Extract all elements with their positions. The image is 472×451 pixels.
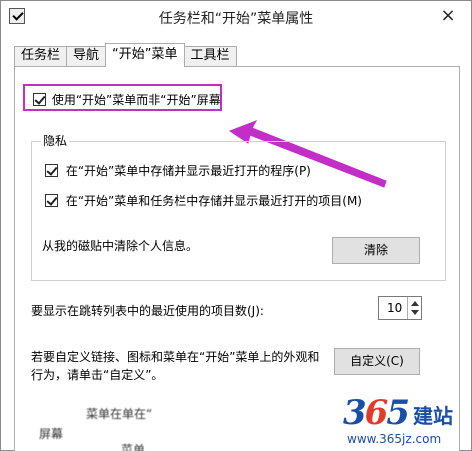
clear-tiles-text: 从我的磁贴中清除个人信息。 [42, 239, 199, 253]
jumplist-label: 要显示在跳转列表中的最近使用的项目数(J): [31, 304, 264, 318]
jumplist-count-value: 10 [387, 301, 403, 315]
customize-text-line2: 行为，请单击“自定义”。 [31, 368, 164, 382]
privacy-group-title: 隐私 [41, 132, 70, 149]
watermark-url: www.365jz.com [347, 432, 442, 446]
tab-start-menu[interactable]: “开始”菜单 [105, 43, 185, 67]
watermark-cn: 建站 [413, 404, 453, 428]
tab-navigation[interactable]: 导航 [66, 46, 107, 66]
start-screen-checkbox[interactable] [33, 93, 46, 106]
title-bar: 任务栏和“开始”菜单属性 × [1, 1, 471, 33]
obscured-text-3: 菜单 [121, 443, 146, 451]
stepper-down-icon[interactable] [411, 310, 419, 315]
clear-button[interactable]: 清除 [332, 237, 420, 264]
obscured-text-1: 菜单在单在“ [86, 407, 153, 421]
close-button[interactable]: × [433, 5, 463, 27]
recent-programs-option[interactable]: 在“开始”菜单中存储并显示最近打开的程序(P) [45, 162, 311, 179]
customize-button[interactable]: 自定义(C) [334, 348, 420, 375]
tab-taskbar[interactable]: 任务栏 [14, 46, 68, 66]
recent-items-label: 在“开始”菜单和任务栏中存储并显示最近打开的项目(M) [65, 194, 362, 208]
start-screen-option[interactable]: 使用“开始”菜单而非“开始”屏幕 [23, 84, 222, 111]
tab-toolbars[interactable]: 工具栏 [183, 46, 237, 66]
properties-window: 任务栏和“开始”菜单属性 × 任务栏 导航 “开始”菜单 工具栏 使用“开始”菜… [0, 0, 472, 451]
window-title: 任务栏和“开始”菜单属性 [158, 11, 314, 27]
recent-programs-checkbox[interactable] [45, 164, 58, 177]
stepper-arrows[interactable] [407, 297, 421, 319]
stepper-up-icon[interactable] [411, 301, 419, 306]
obscured-text-2: 屏幕 [39, 427, 64, 441]
watermark-logo: 365 [343, 393, 410, 433]
tab-strip: 任务栏 导航 “开始”菜单 工具栏 [14, 43, 237, 67]
recent-programs-label: 在“开始”菜单中存储并显示最近打开的程序(P) [65, 164, 311, 178]
recent-items-option[interactable]: 在“开始”菜单和任务栏中存储并显示最近打开的项目(M) [45, 192, 362, 209]
customize-text-line1: 若要自定义链接、图标和菜单在“开始”菜单上的外观和 [31, 350, 320, 364]
site-watermark: 365 建站 www.365jz.com [339, 393, 472, 451]
start-screen-label: 使用“开始”菜单而非“开始”屏幕 [51, 93, 221, 107]
recent-items-checkbox[interactable] [45, 194, 58, 207]
jumplist-count-stepper[interactable]: 10 [378, 296, 422, 320]
